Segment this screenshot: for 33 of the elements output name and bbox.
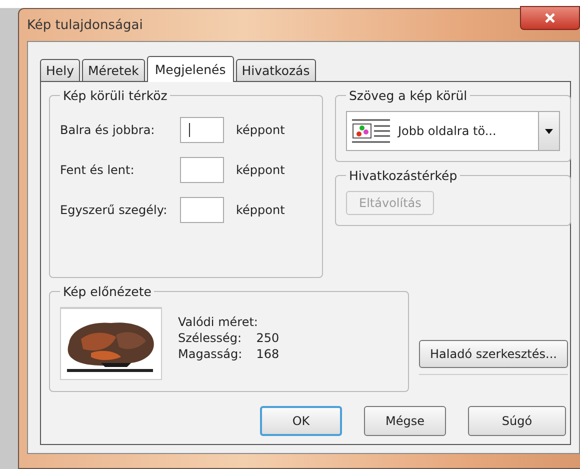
field-label: Fent és lent: xyxy=(60,163,136,177)
close-icon xyxy=(544,12,556,24)
group-title: Kép körüli térköz xyxy=(62,88,168,103)
tab[interactable]: Hely xyxy=(40,59,80,81)
group-title: Hivatkozástérkép xyxy=(348,168,458,183)
tab[interactable]: Megjelenés xyxy=(146,56,234,82)
field-label: Egyszerű szegély: xyxy=(60,203,168,217)
input-field[interactable] xyxy=(180,157,224,183)
dialog-button[interactable]: Mégse xyxy=(364,406,446,436)
dimension-label: Magasság: xyxy=(178,347,242,361)
text-wrap-icon xyxy=(352,118,392,144)
group-title: Kép előnézete xyxy=(62,284,152,299)
tab[interactable]: Hivatkozás xyxy=(236,59,316,81)
group-title: Szöveg a kép körül xyxy=(348,88,468,103)
dialog-button[interactable]: Súgó xyxy=(468,406,566,436)
dimension-label: Szélesség: xyxy=(178,331,242,345)
close-button[interactable] xyxy=(520,6,580,30)
wrap-dropdown[interactable]: Jobb oldalra tö... xyxy=(346,111,560,151)
dropdown-value: Jobb oldalra tö... xyxy=(398,124,496,138)
unit-label: képpont xyxy=(236,203,286,217)
unit-label: képpont xyxy=(236,123,286,137)
dimension-value: 250 xyxy=(256,331,280,345)
window-title: Kép tulajdonságai xyxy=(27,18,143,32)
input-field[interactable] xyxy=(180,117,224,143)
unit-label: képpont xyxy=(236,163,286,177)
dimension-value: 168 xyxy=(256,347,280,361)
input-field[interactable] xyxy=(180,197,224,223)
tab[interactable]: Méretek xyxy=(82,59,145,81)
real-size-label: Valódi méret: xyxy=(178,315,259,329)
field-label: Balra és jobbra: xyxy=(60,123,156,137)
dropdown-arrow-icon xyxy=(545,128,553,134)
dialog-button[interactable]: OK xyxy=(260,406,342,436)
advanced-edit-button[interactable]: Haladó szerkesztés... xyxy=(419,340,568,368)
